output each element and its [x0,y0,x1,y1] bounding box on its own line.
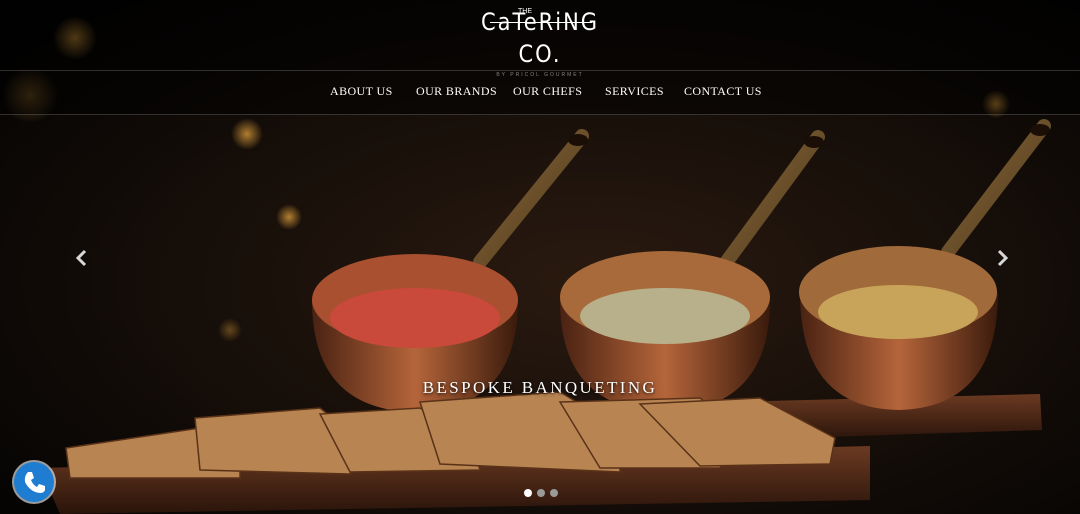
nav-our-brands[interactable]: OUR BRANDS [416,84,497,99]
slider-prev-button[interactable] [72,246,92,270]
slide-caption: BESPOKE BANQUETING [422,378,658,397]
nav-contact-us[interactable]: CONTACT US [684,84,762,99]
site-logo[interactable]: THE CaTeRiNG CO. BY PRICOL GOURMET [480,8,600,78]
chevron-left-icon [75,249,87,267]
slider-dot-3[interactable] [550,489,558,497]
logo-wordmark: CaTeRiNG CO. [480,8,600,68]
slider-dot-2[interactable] [537,489,545,497]
phone-icon [24,472,45,493]
nav-services[interactable]: SERVICES [605,84,664,99]
slider-next-button[interactable] [992,246,1012,270]
slider-dot-1[interactable] [524,489,532,497]
call-button[interactable] [14,462,54,502]
chevron-right-icon [997,249,1009,267]
main-nav: ABOUT US OUR BRANDS OUR CHEFS SERVICES C… [0,70,1080,115]
nav-about-us[interactable]: ABOUT US [330,84,393,99]
nav-our-chefs[interactable]: OUR CHEFS [513,84,582,99]
